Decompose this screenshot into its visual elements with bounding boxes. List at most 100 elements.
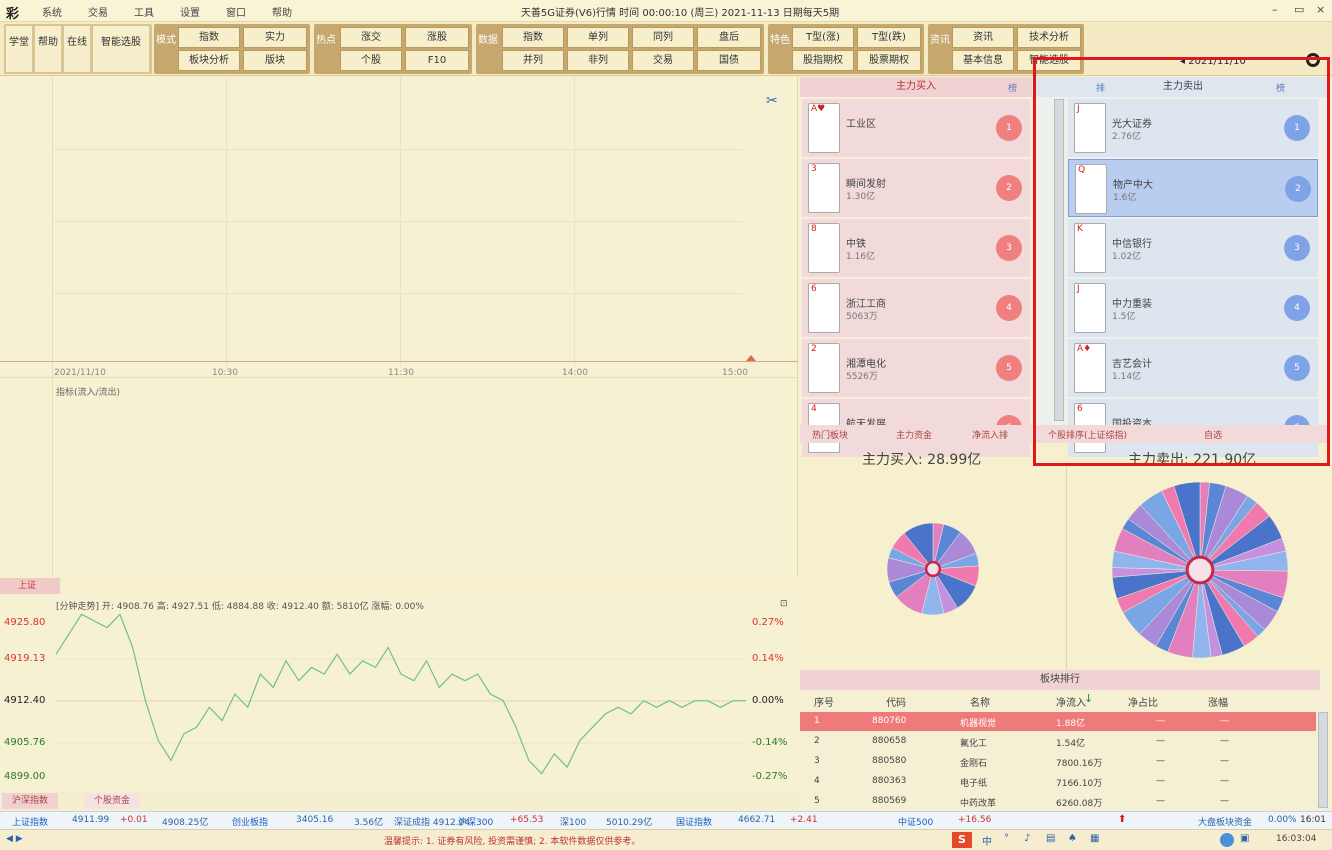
- data-nonparallel-button[interactable]: 非列: [567, 50, 629, 71]
- buy-pie-chart[interactable]: [885, 521, 981, 617]
- t-up-button[interactable]: T型(涨): [792, 27, 854, 48]
- basic-info-button[interactable]: 基本信息: [952, 50, 1014, 71]
- tab-stock-funds[interactable]: 个股资金: [84, 793, 141, 809]
- menu-tools[interactable]: 工具: [134, 4, 154, 19]
- pane-tab-shanghai[interactable]: 上证: [0, 578, 60, 594]
- hot-stock-button[interactable]: 涨股: [405, 27, 469, 48]
- data-same-button[interactable]: 同列: [632, 27, 694, 48]
- table-cell-code: 880658: [872, 736, 907, 746]
- buy-row[interactable]: 6 浙江工商 5063万 4: [802, 279, 1030, 337]
- tab-index-list[interactable]: 沪深指数: [2, 793, 59, 809]
- table-cell-a: —: [1156, 716, 1165, 726]
- table-row[interactable]: 2 880658 氟化工 1.54亿 — —: [800, 732, 1316, 751]
- data-index-button[interactable]: 指数: [502, 27, 564, 48]
- col-change[interactable]: 涨幅: [1208, 694, 1228, 709]
- close-icon[interactable]: ×: [1316, 3, 1325, 16]
- menu-trade[interactable]: 交易: [88, 4, 108, 19]
- scroll-arrows-icon[interactable]: ◀ ▶: [6, 834, 23, 844]
- minimize-icon[interactable]: –: [1272, 3, 1278, 16]
- tab-hot-sectors[interactable]: 热门板块: [812, 428, 848, 441]
- menu-settings[interactable]: 设置: [180, 4, 200, 19]
- strength-button[interactable]: 实力: [243, 27, 307, 48]
- table-cell-n: 2: [814, 736, 820, 746]
- data-parallel-button[interactable]: 并列: [502, 50, 564, 71]
- sector-button[interactable]: 版块: [243, 50, 307, 71]
- lang-icon[interactable]: 中: [982, 833, 992, 848]
- sell-pie-chart[interactable]: [1110, 480, 1290, 660]
- col-name[interactable]: 名称: [970, 694, 990, 709]
- y-tick: 4912.40: [4, 695, 46, 706]
- status-item[interactable]: 创业板指: [232, 815, 268, 828]
- buy-rank-tag[interactable]: 榜: [1008, 81, 1017, 94]
- group-special-label: 特色: [770, 35, 790, 46]
- table-row[interactable]: 5 880569 中药改革 6260.08万 — —: [800, 792, 1316, 811]
- status-item: 0.00%: [1268, 815, 1297, 825]
- col-inflow[interactable]: 净流入: [1056, 694, 1086, 709]
- expand-icon[interactable]: ⊡: [780, 599, 788, 609]
- maximize-icon[interactable]: ▭: [1294, 3, 1304, 16]
- table-scrollbar[interactable]: [1318, 712, 1328, 808]
- table-cell-b: —: [1220, 736, 1229, 746]
- sort-down-icon[interactable]: ↓: [1084, 692, 1093, 705]
- shirt-icon[interactable]: ♠: [1068, 833, 1077, 844]
- tab-net-inflow[interactable]: 净流入排: [972, 428, 1008, 441]
- status-item[interactable]: 沪深300: [458, 815, 493, 828]
- mic-icon[interactable]: ♪: [1024, 833, 1030, 844]
- t-down-button[interactable]: T型(跌): [857, 27, 921, 48]
- stock-name: 浙江工商: [846, 299, 886, 310]
- table-cell-a: —: [1156, 736, 1165, 746]
- col-ratio[interactable]: 净占比: [1128, 694, 1158, 709]
- table-row[interactable]: 4 880363 电子纸 7166.10万 — —: [800, 772, 1316, 791]
- col-index[interactable]: 序号: [814, 694, 834, 709]
- buy-row[interactable]: 8 中铁 1.16亿 3: [802, 219, 1030, 277]
- menu-system[interactable]: 系统: [42, 4, 62, 19]
- scissors-icon[interactable]: ✂: [766, 93, 778, 109]
- buy-row[interactable]: 3 瞬间发射 1.30亿 2: [802, 159, 1030, 217]
- y-tick: 4925.80: [4, 617, 46, 628]
- index-option-button[interactable]: 股指期权: [792, 50, 854, 71]
- table-cell-code: 880580: [872, 756, 907, 766]
- menu-window[interactable]: 窗口: [226, 4, 246, 19]
- stock-name: 湘潭电化: [846, 359, 886, 370]
- grid-icon[interactable]: ▦: [1090, 833, 1099, 844]
- globe-icon[interactable]: [1220, 833, 1234, 847]
- table-row[interactable]: 1 880760 机器视觉 1.88亿 — —: [800, 712, 1316, 731]
- network-icon[interactable]: ▣: [1240, 833, 1249, 844]
- f10-button[interactable]: F10: [405, 50, 469, 71]
- status-item: 4911.99: [72, 815, 110, 825]
- main-chart-pane[interactable]: ✂ 2021/11/10 10:30 11:30 14:00 15:00 指标(…: [0, 77, 798, 577]
- playing-card-icon: 3: [808, 163, 840, 213]
- table-row[interactable]: 3 880580 金刚石 7800.16万 — —: [800, 752, 1316, 771]
- stock-option-button[interactable]: 股票期权: [857, 50, 921, 71]
- playing-card-icon: 2: [808, 343, 840, 393]
- data-afterhours-button[interactable]: 盘后: [697, 27, 761, 48]
- punct-icon[interactable]: °: [1004, 833, 1009, 844]
- status-item[interactable]: 国证指数: [676, 815, 712, 828]
- news-button[interactable]: 资讯: [952, 27, 1014, 48]
- menu-help[interactable]: 帮助: [272, 4, 292, 19]
- single-stock-button[interactable]: 个股: [340, 50, 402, 71]
- group-hot-label: 热点: [316, 35, 336, 46]
- sector-analysis-button[interactable]: 板块分析: [178, 50, 240, 71]
- data-bond-button[interactable]: 国债: [697, 50, 761, 71]
- school-button[interactable]: 学堂: [6, 26, 32, 72]
- online-button[interactable]: 在线: [64, 26, 90, 72]
- ime-icon[interactable]: S: [952, 832, 972, 848]
- tech-analysis-button[interactable]: 技术分析: [1017, 27, 1081, 48]
- buy-row[interactable]: 2 湘潭电化 5526万 5: [802, 339, 1030, 397]
- pct-tick: 0.00%: [752, 695, 784, 706]
- data-trade-button[interactable]: 交易: [632, 50, 694, 71]
- keyboard-icon[interactable]: ▤: [1046, 833, 1055, 844]
- index-button[interactable]: 指数: [178, 27, 240, 48]
- smart-pick-button[interactable]: 智能选股: [93, 26, 149, 72]
- col-code[interactable]: 代码: [886, 694, 906, 709]
- tab-main-funds[interactable]: 主力资金: [896, 428, 932, 441]
- hot-trade-button[interactable]: 涨交: [340, 27, 402, 48]
- help-button[interactable]: 帮助: [35, 26, 61, 72]
- status-item[interactable]: 上证指数: [12, 815, 48, 828]
- status-item[interactable]: 中证500: [898, 815, 933, 828]
- data-single-button[interactable]: 单列: [567, 27, 629, 48]
- grid-line: [226, 77, 227, 367]
- index-intraday-chart[interactable]: [分钟走势] 开: 4908.76 高: 4927.51 低: 4884.88 …: [0, 595, 798, 791]
- buy-row[interactable]: A♥ 工业区 1: [802, 99, 1030, 157]
